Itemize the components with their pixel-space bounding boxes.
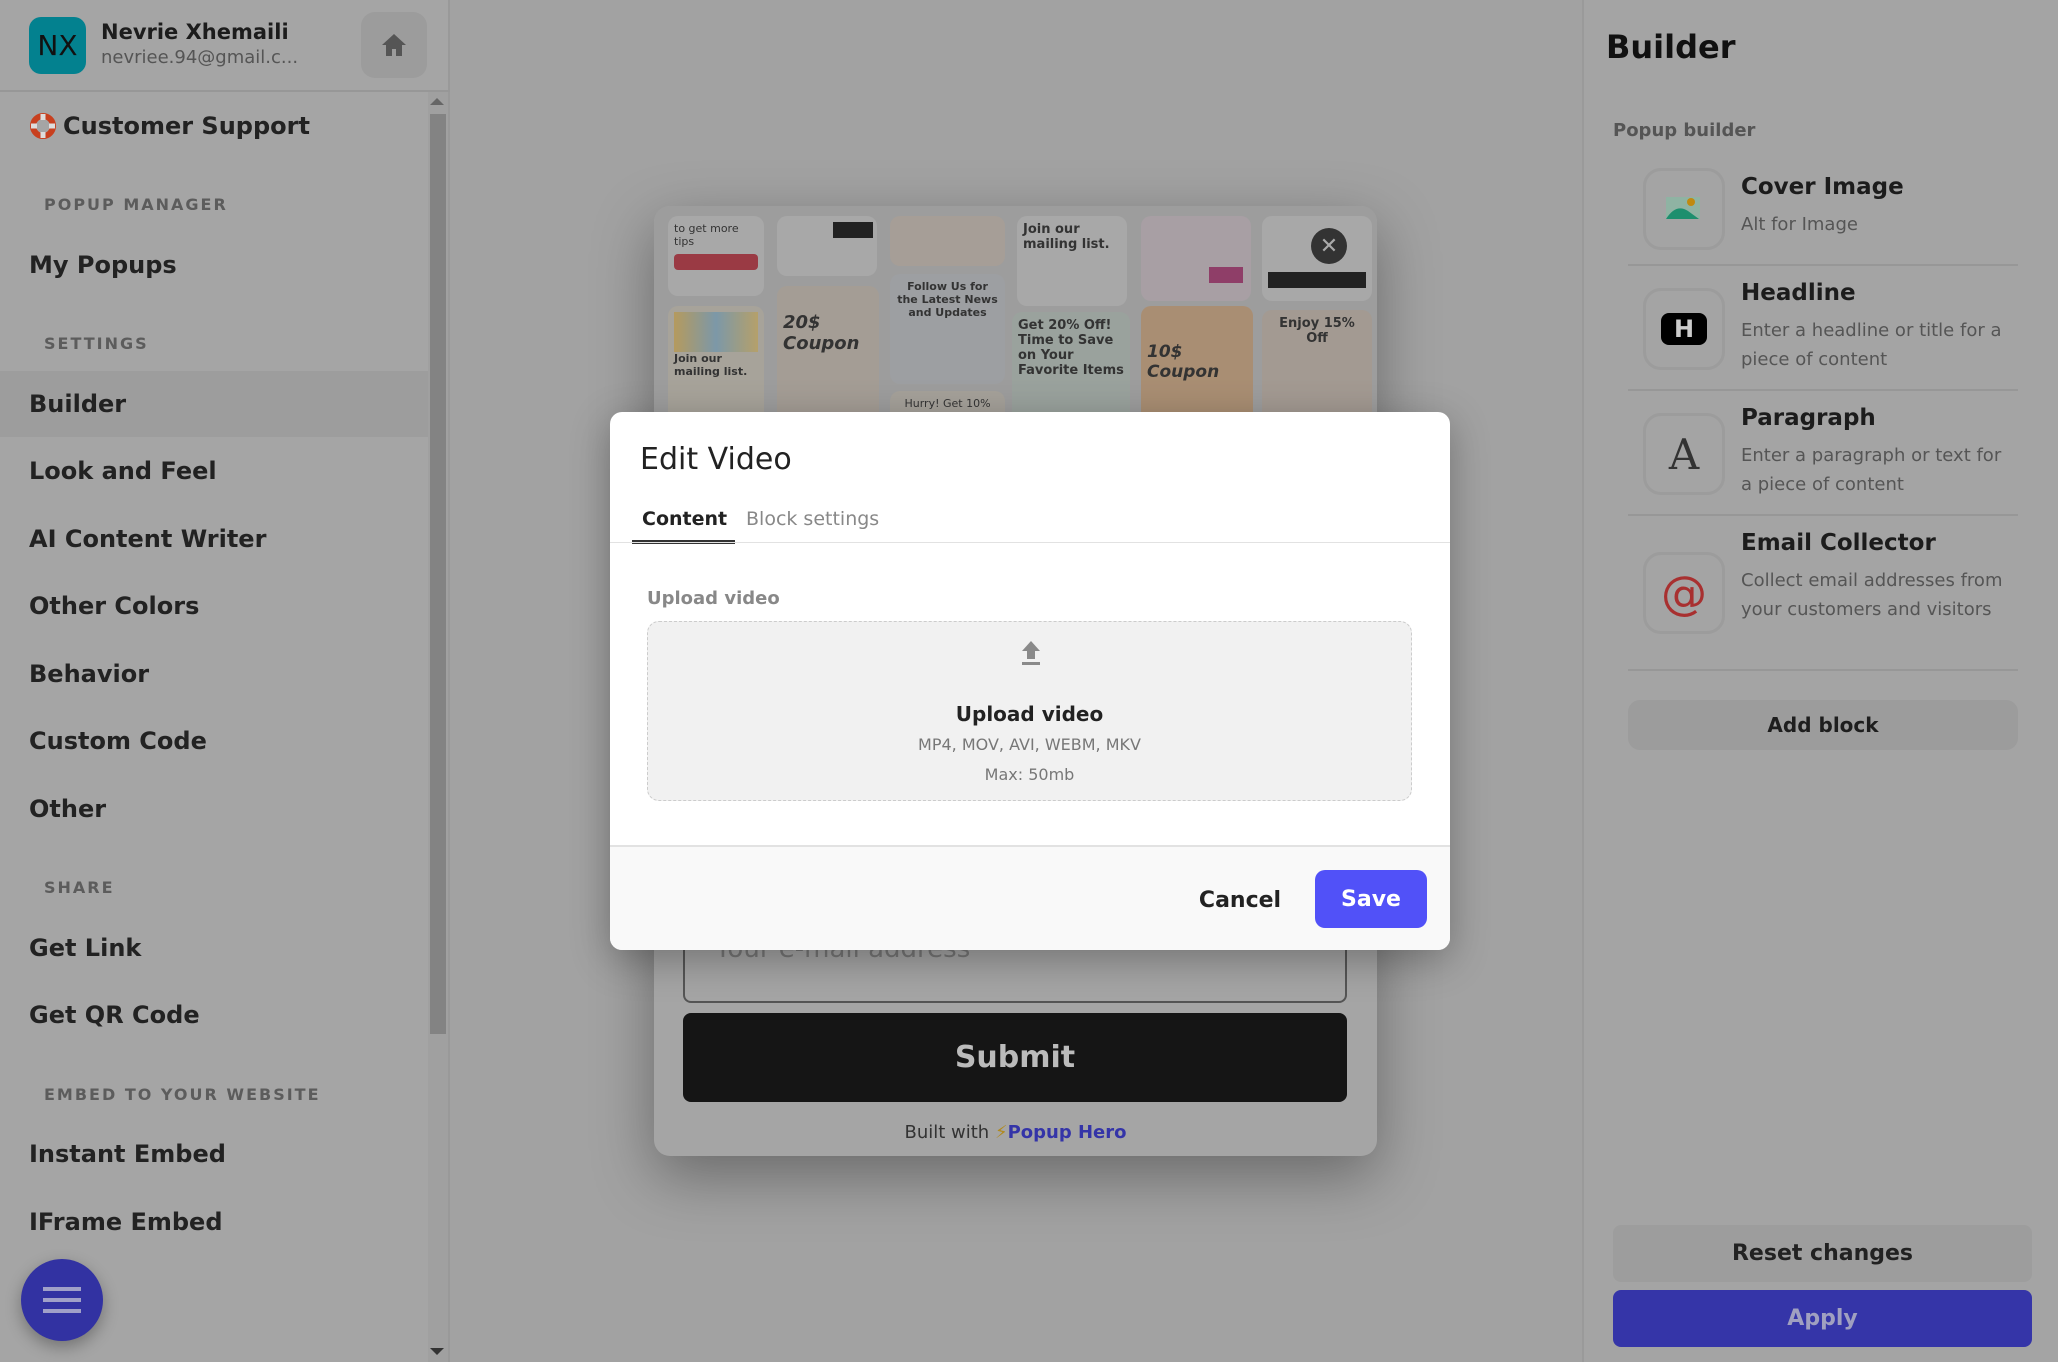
block-cover-image[interactable]: Cover Image Alt for Image <box>1628 160 2018 266</box>
sidebar-item-iframe-embed[interactable]: IFrame Embed <box>0 1189 428 1255</box>
gallery-tile <box>1141 216 1251 301</box>
avatar: NX <box>29 17 86 74</box>
section-label: EMBED TO YOUR WEBSITE <box>44 1085 321 1104</box>
section-label: SHARE <box>44 878 115 897</box>
gallery-tile: 10$ Coupon <box>1141 306 1253 416</box>
tab-content[interactable]: Content <box>632 508 736 544</box>
cover-image-gallery[interactable]: to get more tips Join our mailing list. … <box>654 206 1377 416</box>
builder-panel: Builder Popup builder Cover Image Alt fo… <box>1582 0 2058 1362</box>
gallery-tile: to get more tips <box>668 216 764 296</box>
user-name: Nevrie Xhemaili <box>101 20 289 44</box>
gallery-tile: Follow Us for the Latest News and Update… <box>890 274 1005 384</box>
panel-subtitle: Popup builder <box>1613 120 1756 141</box>
dropzone-title: Upload video <box>955 702 1104 726</box>
cancel-button[interactable]: Cancel <box>1190 877 1290 923</box>
email-input[interactable]: Your e-mail address <box>683 936 1347 1003</box>
lightning-icon: ⚡ <box>994 1122 1008 1143</box>
sidebar-item-custom-code[interactable]: Custom Code <box>0 708 428 774</box>
scrollbar-thumb[interactable] <box>430 114 446 1034</box>
block-headline[interactable]: H Headline Enter a headline or title for… <box>1628 266 2018 391</box>
reset-changes-button[interactable]: Reset changes <box>1613 1225 2032 1282</box>
user-email: nevriee.94@gmail.c... <box>101 47 299 68</box>
home-icon <box>382 34 406 56</box>
close-icon: ✕ <box>1319 233 1339 259</box>
at-icon: @ <box>1643 552 1725 634</box>
modal-footer: Cancel Save <box>610 845 1450 950</box>
tab-divider <box>610 542 1450 543</box>
user-header: NX Nevrie Xhemaili nevriee.94@gmail.c... <box>0 0 450 92</box>
scroll-up-icon[interactable] <box>430 98 444 105</box>
add-block-button[interactable]: Add block <box>1628 700 2018 750</box>
sidebar-item-ai-content-writer[interactable]: AI Content Writer <box>0 506 428 572</box>
sidebar-item-look-and-feel[interactable]: Look and Feel <box>0 438 428 504</box>
section-label: SETTINGS <box>44 334 149 353</box>
image-icon <box>1643 168 1725 250</box>
customer-support-link[interactable]: Customer Support <box>0 93 428 159</box>
sidebar-item-builder[interactable]: Builder <box>0 371 428 437</box>
gallery-tile: Enjoy 15% Off <box>1262 310 1372 416</box>
gallery-tile <box>890 216 1005 266</box>
gallery-tile: 20$ Coupon <box>777 286 879 416</box>
popup-hero-link[interactable]: Popup Hero <box>1008 1122 1127 1143</box>
gallery-tile <box>777 216 877 276</box>
apply-button[interactable]: Apply <box>1613 1290 2032 1347</box>
edit-video-modal: Edit Video Content Block settings Upload… <box>610 412 1450 950</box>
upload-icon <box>1022 641 1040 665</box>
sidebar-item-instant-embed[interactable]: Instant Embed <box>0 1121 428 1187</box>
sidebar-item-get-qr-code[interactable]: Get QR Code <box>0 982 428 1048</box>
sidebar-item-other[interactable]: Other <box>0 776 428 842</box>
panel-title: Builder <box>1606 28 1736 66</box>
upload-label: Upload video <box>647 588 780 609</box>
gallery-tile: Join our mailing list. <box>1017 216 1127 306</box>
block-paragraph[interactable]: A Paragraph Enter a paragraph or text fo… <box>1628 391 2018 516</box>
lifebuoy-icon <box>30 113 56 139</box>
built-with-footer: Built with ⚡Popup Hero <box>904 1122 1127 1143</box>
customer-support-label: Customer Support <box>63 112 310 140</box>
modal-title: Edit Video <box>640 442 792 477</box>
sidebar-item-other-colors[interactable]: Other Colors <box>0 573 428 639</box>
max-size: Max: 50mb <box>984 765 1075 784</box>
gallery-tile: Get 20% Off! Time to Save on Your Favori… <box>1012 312 1130 416</box>
paragraph-icon: A <box>1643 413 1725 495</box>
tab-block-settings[interactable]: Block settings <box>746 508 879 542</box>
close-preview-button[interactable]: ✕ <box>1311 228 1347 264</box>
submit-button[interactable]: Submit <box>683 1013 1347 1102</box>
home-button[interactable] <box>361 12 427 78</box>
sidebar-item-behavior[interactable]: Behavior <box>0 641 428 707</box>
menu-fab-button[interactable] <box>21 1259 103 1341</box>
gallery-tile: Join our mailing list. <box>668 306 764 416</box>
headline-icon: H <box>1643 288 1725 370</box>
menu-icon <box>43 1287 81 1291</box>
block-email-collector[interactable]: @ Email Collector Collect email addresse… <box>1628 516 2018 671</box>
section-label: POPUP MANAGER <box>44 195 228 214</box>
sidebar: NX Nevrie Xhemaili nevriee.94@gmail.c...… <box>0 0 450 1362</box>
scroll-down-icon[interactable] <box>430 1348 444 1355</box>
video-dropzone[interactable]: Upload video MP4, MOV, AVI, WEBM, MKV Ma… <box>647 621 1412 801</box>
save-button[interactable]: Save <box>1315 870 1427 928</box>
accepted-formats: MP4, MOV, AVI, WEBM, MKV <box>918 735 1141 754</box>
sidebar-item-my-popups[interactable]: My Popups <box>0 232 428 298</box>
sidebar-item-get-link[interactable]: Get Link <box>0 915 428 981</box>
